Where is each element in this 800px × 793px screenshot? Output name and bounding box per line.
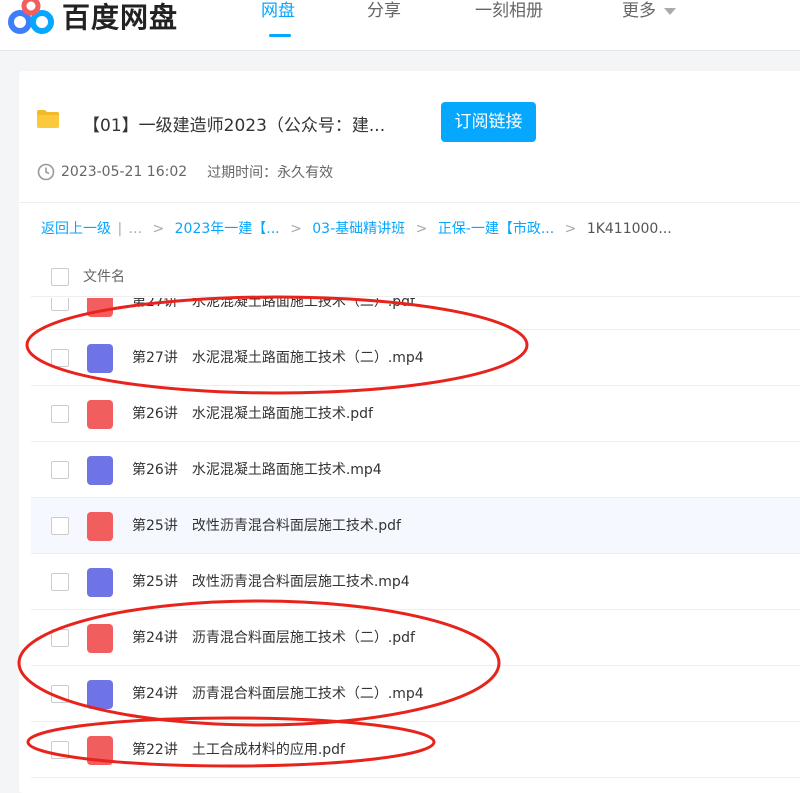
file-name[interactable]: 第22讲 土工合成材料的应用.pdf: [132, 739, 345, 759]
list-item[interactable]: 第27讲 水泥混凝土路面施工技术（二）.mp4: [31, 330, 800, 386]
file-name[interactable]: 第26讲 水泥混凝土路面施工技术.mp4: [132, 459, 382, 479]
breadcrumb-separator-icon: >: [290, 221, 302, 237]
breadcrumb-item[interactable]: 03-基础精讲班: [312, 221, 405, 237]
column-header-filename[interactable]: 文件名: [83, 266, 125, 286]
select-all-checkbox[interactable]: [51, 268, 69, 286]
nav-more-label: 更多: [622, 1, 656, 21]
breadcrumb-back[interactable]: 返回上一级: [41, 221, 111, 237]
breadcrumb-separator-icon: >: [564, 221, 577, 237]
nav-more[interactable]: 更多: [622, 0, 676, 22]
video-file-icon: [87, 680, 113, 709]
breadcrumb-current: 1K411000...: [586, 221, 672, 237]
list-item[interactable]: 第24讲 沥青混合料面层施工技术（二）.mp4: [31, 666, 800, 722]
row-checkbox[interactable]: [51, 517, 69, 535]
breadcrumb-item[interactable]: 正保-一建【市政...: [438, 221, 554, 237]
breadcrumb-item[interactable]: 2023年一建【...: [175, 221, 280, 237]
list-item[interactable]: 第22讲 土工合成材料的应用.pdf: [31, 722, 800, 778]
breadcrumb-bar: |: [117, 221, 123, 237]
nav-active-indicator: [269, 34, 291, 37]
file-list-header: 文件名: [31, 257, 800, 297]
list-item[interactable]: 第24讲 沥青混合料面层施工技术（二）.pdf: [31, 610, 800, 666]
share-date: 2023-05-21 16:02: [61, 164, 188, 180]
expire-text: 过期时间：永久有效: [207, 165, 334, 181]
row-checkbox[interactable]: [51, 629, 69, 647]
row-checkbox[interactable]: [51, 573, 69, 591]
file-list: 第27讲 水泥混凝土路面施工技术（二）.pdf 第27讲 水泥混凝土路面施工技术…: [31, 298, 800, 793]
file-name[interactable]: 第25讲 改性沥青混合料面层施工技术.pdf: [132, 515, 401, 535]
nav-share[interactable]: 分享: [367, 0, 401, 22]
breadcrumb: 返回上一级 | ... > 2023年一建【... > 03-基础精讲班 > 正…: [41, 218, 672, 238]
video-file-icon: [87, 456, 113, 485]
row-checkbox[interactable]: [51, 298, 69, 311]
subscribe-button[interactable]: 订阅链接: [441, 102, 536, 142]
pdf-file-icon: [87, 512, 113, 541]
logo[interactable]: 百度网盘: [6, 0, 178, 36]
list-item[interactable]: 第25讲 改性沥青混合料面层施工技术.mp4: [31, 554, 800, 610]
logo-text: 百度网盘: [62, 1, 179, 34]
clock-icon: [37, 163, 55, 181]
list-item[interactable]: 第27讲 水泥混凝土路面施工技术（二）.pdf: [31, 298, 800, 330]
pdf-file-icon: [87, 624, 113, 653]
pdf-file-icon: [87, 736, 113, 765]
video-file-icon: [87, 568, 113, 597]
row-checkbox[interactable]: [51, 349, 69, 367]
baidu-netdisk-logo-icon: [8, 0, 54, 34]
breadcrumb-separator-icon: >: [415, 221, 428, 237]
pdf-file-icon: [87, 298, 113, 317]
file-name[interactable]: 第27讲 水泥混凝土路面施工技术（二）.mp4: [132, 347, 424, 367]
nav-album[interactable]: 一刻相册: [475, 0, 543, 22]
list-item[interactable]: 第25讲 改性沥青混合料面层施工技术.pdf: [31, 498, 800, 554]
row-checkbox[interactable]: [51, 741, 69, 759]
row-checkbox[interactable]: [51, 405, 69, 423]
share-header: 【01】一级建造师2023（公众号：建... 订阅链接 2023-05-21 1…: [19, 71, 800, 203]
folder-icon: [37, 110, 59, 128]
breadcrumb-ellipsis: ...: [128, 221, 142, 237]
share-panel: 【01】一级建造师2023（公众号：建... 订阅链接 2023-05-21 1…: [19, 71, 800, 793]
breadcrumb-separator-icon: >: [152, 221, 165, 237]
list-item[interactable]: 第26讲 水泥混凝土路面施工技术.pdf: [31, 386, 800, 442]
list-item[interactable]: 第26讲 水泥混凝土路面施工技术.mp4: [31, 442, 800, 498]
row-checkbox[interactable]: [51, 461, 69, 479]
file-name[interactable]: 第24讲 沥青混合料面层施工技术（二）.pdf: [132, 627, 415, 647]
file-name[interactable]: 第25讲 改性沥青混合料面层施工技术.mp4: [132, 571, 410, 591]
top-bar: 百度网盘 网盘 分享 一刻相册 更多: [0, 0, 800, 51]
video-file-icon: [87, 344, 113, 373]
chevron-down-icon: [664, 7, 676, 15]
row-checkbox[interactable]: [51, 685, 69, 703]
file-name[interactable]: 第26讲 水泥混凝土路面施工技术.pdf: [132, 403, 373, 423]
file-name[interactable]: 第27讲 水泥混凝土路面施工技术（二）.pdf: [132, 298, 415, 311]
share-title: 【01】一级建造师2023（公众号：建...: [83, 116, 386, 136]
file-name[interactable]: 第24讲 沥青混合料面层施工技术（二）.mp4: [132, 683, 424, 703]
pdf-file-icon: [87, 400, 113, 429]
nav-netdisk[interactable]: 网盘: [261, 0, 295, 22]
share-meta: 2023-05-21 16:02 过期时间：永久有效: [37, 162, 333, 182]
